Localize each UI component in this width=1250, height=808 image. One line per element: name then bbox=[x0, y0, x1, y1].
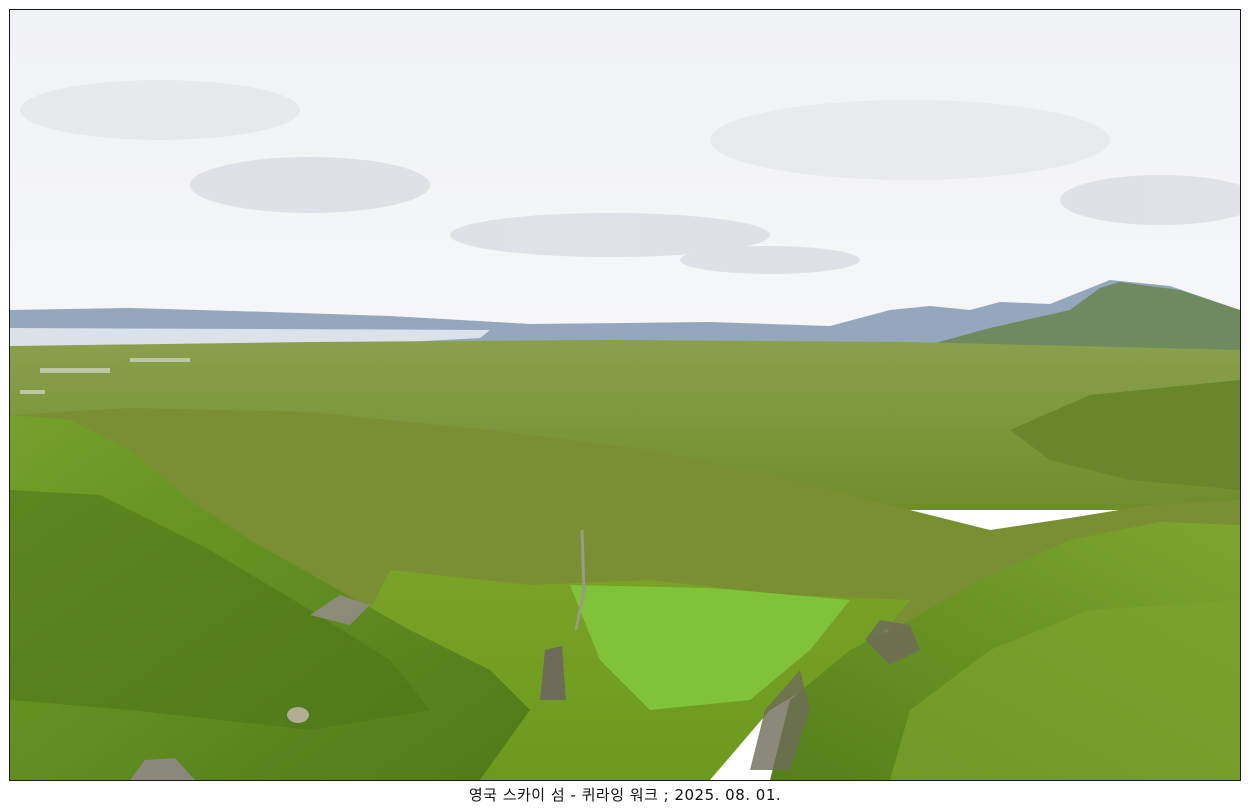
landscape-photo bbox=[10, 10, 1240, 780]
photo-frame bbox=[9, 9, 1241, 781]
photo-caption: 영국 스카이 섬 - 퀴라잉 워크 ; 2025. 08. 01. bbox=[468, 786, 782, 804]
